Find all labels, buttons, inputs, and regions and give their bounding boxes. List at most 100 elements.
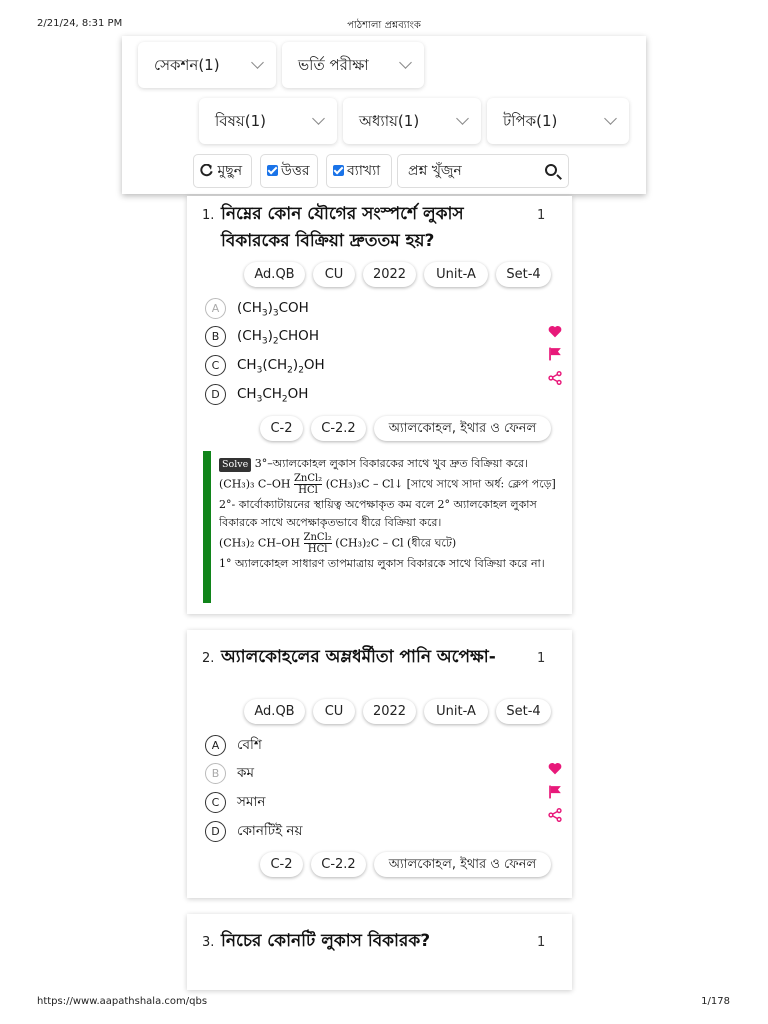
print-page-number: 1/178 xyxy=(701,996,730,1007)
explain-checkbox-icon[interactable] xyxy=(333,165,344,176)
tag-chip[interactable]: Set-4 xyxy=(496,262,551,287)
option-letter: C xyxy=(205,355,226,376)
solution-box: Solve 3°–অ্যালকোহল লুকাস বিকারকের সাথে খ… xyxy=(203,451,559,603)
share-icon[interactable] xyxy=(548,808,562,822)
option-text: CH3CH2OH xyxy=(237,386,309,405)
equation-right: (CH₃)₂C – Cl (ধীরে ঘটে) xyxy=(335,536,457,550)
solution-equation-2: (CH₃)₂ CH–OH ZnCl₂ HCl (CH₃)₂C – Cl (ধীরে… xyxy=(219,532,559,555)
topic-dropdown[interactable]: টপিক(1) xyxy=(487,98,629,144)
option-letter: A xyxy=(205,735,226,756)
option-text: কম xyxy=(237,765,254,781)
solution-text-4: 1° অ্যালকোহল সাধারণ তাপমাত্রায় লুকাস বি… xyxy=(219,557,545,570)
heart-icon[interactable] xyxy=(548,762,562,775)
topic-tag-chip[interactable]: C-2.2 xyxy=(311,852,366,877)
tag-chip[interactable]: 2022 xyxy=(363,699,416,724)
section-dropdown-label: সেকশন(1) xyxy=(154,56,220,74)
solve-badge: Solve xyxy=(219,458,252,472)
print-footer: https://www.aapathshala.com/qbs 1/178 xyxy=(0,996,768,1010)
tag-chip[interactable]: Set-4 xyxy=(496,699,551,724)
option-text: CH3(CH2)2OH xyxy=(237,357,325,376)
catalyst-top: ZnCl₂ xyxy=(293,473,323,485)
question-number: 3. xyxy=(202,935,215,950)
option-text: কোনটিই নয় xyxy=(237,823,303,839)
equation-left: (CH₃)₂ CH–OH xyxy=(219,536,301,550)
chapter-dropdown[interactable]: অধ্যায়(1) xyxy=(343,98,481,144)
solution-line: Solve 3°–অ্যালকোহল লুকাস বিকারকের সাথে খ… xyxy=(219,455,559,473)
option-letter: C xyxy=(205,792,226,813)
catalyst-bottom: HCl xyxy=(298,485,318,496)
option-text: (CH3)2CHOH xyxy=(237,328,319,347)
question-card-3: 3. নিচের কোনটি লুকাস বিকারক? 1 xyxy=(187,914,572,990)
tag-chip[interactable]: 2022 xyxy=(363,262,416,287)
share-icon[interactable] xyxy=(548,371,562,385)
equation-right: (CH₃)₃C – Cl↓ [সাথে সাথে সাদা অর্ধ: ক্লে… xyxy=(325,477,556,491)
tag-chip[interactable]: CU xyxy=(313,699,355,724)
chevron-down-icon xyxy=(456,112,469,125)
option-letter: B xyxy=(205,326,226,347)
question-number: 1. xyxy=(202,208,215,223)
question-marks: 1 xyxy=(537,208,546,223)
solution-text-2: 2°- কার্বোক্যাটায়নের স্থায়িত্ব অপেক্ষা… xyxy=(219,498,537,511)
equation-left: (CH₃)₃ C–OH xyxy=(219,477,291,491)
chevron-down-icon xyxy=(604,112,617,125)
search-input[interactable]: প্রশ্ন খুঁজুন xyxy=(397,154,569,188)
topic-tag-chip[interactable]: C-2 xyxy=(260,852,303,877)
tag-chip[interactable]: Ad.QB xyxy=(244,262,305,287)
filter-panel: সেকশন(1) ভর্তি পরীক্ষা বিষয়(1) অধ্যায়(… xyxy=(122,36,646,194)
catalyst-bottom: HCl xyxy=(307,544,328,555)
tag-chip[interactable]: Ad.QB xyxy=(244,699,305,724)
exam-type-dropdown[interactable]: ভর্তি পরীক্ষা xyxy=(282,42,424,88)
topic-tag-chip[interactable]: অ্যালকোহল, ইথার ও ফেনল xyxy=(374,416,551,441)
option-letter: D xyxy=(205,821,226,842)
clear-label: মুছুন xyxy=(217,163,243,179)
solution-text-1: 3°–অ্যালকোহল লুকাস বিকারকের সাথে খুব দ্র… xyxy=(254,457,528,470)
question-text: নিম্নের কোন যৌগের সংস্পর্শে লুকাস বিকারক… xyxy=(221,204,464,251)
option-text: (CH3)3COH xyxy=(237,300,309,319)
chevron-down-icon xyxy=(399,56,412,69)
option-text: বেশি xyxy=(237,737,262,753)
print-header: 2/21/24, 8:31 PM পাঠশালা প্রশ্নব্যাংক xyxy=(0,18,768,32)
equation-catalyst: ZnCl₂ HCl xyxy=(303,532,332,555)
search-icon[interactable] xyxy=(545,164,557,176)
search-placeholder: প্রশ্ন খুঁজুন xyxy=(408,163,462,179)
explain-toggle[interactable]: ব্যাখ্যা xyxy=(326,154,392,188)
chevron-down-icon xyxy=(251,56,264,69)
option-letter: D xyxy=(205,384,226,405)
tag-chip[interactable]: Unit-A xyxy=(424,262,488,287)
equation-catalyst: ZnCl₂ HCl xyxy=(293,473,323,496)
print-url: https://www.aapathshala.com/qbs xyxy=(37,996,208,1007)
question-marks: 1 xyxy=(537,935,546,950)
explain-label: ব্যাখ্যা xyxy=(347,163,381,179)
subject-dropdown[interactable]: বিষয়(1) xyxy=(199,98,337,144)
question-card-2: 2. অ্যালকোহলের অম্লধর্মীতা পানি অপেক্ষা-… xyxy=(187,630,572,898)
tag-chip[interactable]: Unit-A xyxy=(424,699,488,724)
answer-toggle[interactable]: উত্তর xyxy=(260,154,318,188)
topic-tag-chip[interactable]: C-2.2 xyxy=(311,416,366,441)
question-text: নিচের কোনটি লুকাস বিকারক? xyxy=(221,931,431,951)
solution-text-3: বিকারকে সাথে অপেক্ষাকৃতভাবে ধীরে বিক্রিয… xyxy=(219,516,442,529)
chapter-dropdown-label: অধ্যায়(1) xyxy=(359,112,420,130)
topic-tag-chip[interactable]: অ্যালকোহল, ইথার ও ফেনল xyxy=(374,852,551,877)
answer-label: উত্তর xyxy=(281,163,310,179)
section-dropdown[interactable]: সেকশন(1) xyxy=(138,42,276,88)
solution-equation-1: (CH₃)₃ C–OH ZnCl₂ HCl (CH₃)₃C – Cl↓ [সাথে… xyxy=(219,473,559,496)
flag-icon[interactable] xyxy=(548,347,562,361)
topic-tag-chip[interactable]: C-2 xyxy=(260,416,303,441)
question-marks: 1 xyxy=(537,651,546,666)
question-text: অ্যালকোহলের অম্লধর্মীতা পানি অপেক্ষা- xyxy=(221,647,496,667)
catalyst-top: ZnCl₂ xyxy=(303,532,332,544)
print-title: পাঠশালা প্রশ্নব্যাংক xyxy=(347,20,421,31)
question-card-1: 1. নিম্নের কোন যৌগের সংস্পর্শে লুকাস বিক… xyxy=(187,196,572,614)
clear-button[interactable]: মুছুন xyxy=(193,154,252,188)
topic-dropdown-label: টপিক(1) xyxy=(503,112,558,130)
flag-icon[interactable] xyxy=(548,785,562,799)
option-letter: A xyxy=(205,298,226,319)
tag-chip[interactable]: CU xyxy=(313,262,355,287)
heart-icon[interactable] xyxy=(548,325,562,338)
subject-dropdown-label: বিষয়(1) xyxy=(215,112,266,130)
question-number: 2. xyxy=(202,651,215,666)
answer-checkbox-icon[interactable] xyxy=(267,165,278,176)
exam-type-dropdown-label: ভর্তি পরীক্ষা xyxy=(298,56,369,74)
chevron-down-icon xyxy=(312,112,325,125)
refresh-icon xyxy=(200,163,213,177)
